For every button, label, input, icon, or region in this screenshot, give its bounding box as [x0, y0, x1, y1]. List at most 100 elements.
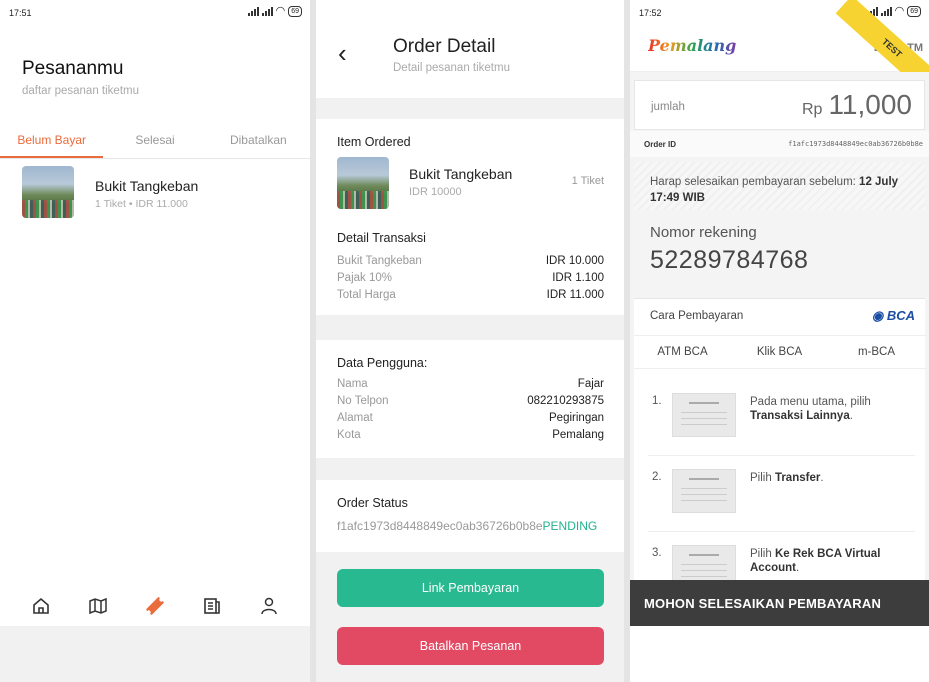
- signal-icon: [880, 7, 892, 16]
- row-key: Bukit Tangkeban: [337, 255, 422, 267]
- step-text-pre: Pilih: [750, 472, 775, 484]
- amount-value: Rp 11,000: [802, 89, 912, 121]
- divider: [648, 531, 915, 532]
- row-key: Kota: [337, 429, 361, 441]
- step-text-post: .: [796, 562, 800, 574]
- step-number: 3.: [652, 547, 662, 559]
- step-text: Pada menu utama, pilih Transaksi Lainnya…: [750, 395, 915, 423]
- status-badge: PENDING: [542, 519, 598, 533]
- signal-icon: [247, 7, 259, 16]
- tab-m-bca[interactable]: m-BCA: [828, 336, 925, 368]
- step-text-bold: Transaksi Lainnya: [750, 410, 850, 422]
- order-name: Bukit Tangkeban: [95, 178, 199, 194]
- row-value: Pemalang: [552, 429, 604, 441]
- instructions-title: Cara Pembayaran: [650, 310, 744, 322]
- tab-dibatalkan[interactable]: Dibatalkan: [207, 125, 310, 158]
- step-number: 1.: [652, 395, 662, 407]
- atm-screen-image: [672, 393, 736, 437]
- section-title: Item Ordered: [337, 135, 411, 149]
- step-text-pre: Pada menu utama, pilih: [750, 396, 871, 408]
- currency: Rp: [801, 101, 823, 118]
- row-value: IDR 1.100: [552, 272, 604, 284]
- row-key: Pajak 10%: [337, 272, 392, 284]
- step-text: Pilih Ke Rek BCA Virtual Account.: [750, 547, 915, 575]
- amount: 11,000: [828, 89, 912, 120]
- list-item[interactable]: Bukit Tangkeban 1 Tiket • IDR 11.000: [22, 166, 300, 220]
- news-icon[interactable]: [195, 589, 229, 623]
- payment-reminder-banner: MOHON SELESAIKAN PEMBAYARAN: [630, 580, 929, 626]
- page-title: Pesananmu: [22, 58, 124, 79]
- bank-name: BCA: [886, 308, 915, 323]
- system-nav-area: [630, 626, 929, 682]
- order-detail-screen: ‹ Order Detail Detail pesanan tiketmu It…: [316, 0, 624, 682]
- deadline-notice: Harap selesaikan pembayaran sebelum: 12 …: [634, 162, 925, 210]
- transaction-row: Pajak 10% IDR 1.100: [337, 272, 604, 284]
- order-tabs: Belum Bayar Selesai Dibatalkan: [0, 125, 310, 159]
- row-key: Alamat: [337, 412, 373, 424]
- atm-screen-image: [672, 469, 736, 513]
- profile-icon[interactable]: [252, 589, 286, 623]
- row-value: Fajar: [577, 378, 604, 390]
- step-text: Pilih Transfer.: [750, 471, 915, 485]
- section-title: Data Pengguna:: [337, 356, 428, 370]
- destination-thumbnail: [22, 166, 74, 218]
- step-text-post: .: [820, 472, 824, 484]
- ticket-icon[interactable]: [138, 589, 172, 623]
- item-price: IDR 10000: [409, 186, 462, 198]
- divider: [648, 455, 915, 456]
- order-meta: 1 Tiket • IDR 11.000: [95, 198, 188, 210]
- transaction-row: Total Harga IDR 11.000: [337, 289, 604, 301]
- order-id: f1afc1973d8448849ec0ab36726b0b8e: [337, 519, 543, 533]
- map-icon[interactable]: [81, 589, 115, 623]
- page-subtitle: daftar pesanan tiketmu: [22, 85, 139, 97]
- bca-logo: ◉ BCA: [871, 308, 915, 323]
- method-tabs: ATM BCA Klik BCA m-BCA: [634, 335, 925, 369]
- signal-icon: [261, 7, 273, 16]
- order-status-line: f1afc1973d8448849ec0ab36726b0b8ePENDING: [337, 519, 597, 533]
- payment-link-button[interactable]: Link Pembayaran: [337, 569, 604, 607]
- header: 17:52 ◠ 69 Pemalang BCA ATM TEST: [630, 0, 929, 101]
- transaction-card: Detail Transaksi Bukit Tangkeban IDR 10.0…: [316, 223, 624, 315]
- order-id-label: Order ID: [644, 140, 677, 149]
- cancel-order-button[interactable]: Batalkan Pesanan: [337, 627, 604, 665]
- section-title: Order Status: [337, 496, 408, 510]
- row-value: IDR 11.000: [546, 289, 604, 301]
- status-time: 17:52: [639, 8, 662, 18]
- row-value: IDR 10.000: [545, 255, 604, 267]
- user-row: No Telpon 082210293875: [337, 395, 604, 407]
- transaction-row: Bukit Tangkeban IDR 10.000: [337, 255, 604, 267]
- step-text-post: .: [849, 410, 853, 422]
- order-status-card: Order Status f1afc1973d8448849ec0ab36726…: [316, 480, 624, 552]
- amount-card: jumlah Rp 11,000: [634, 80, 925, 130]
- row-key: Nama: [337, 378, 368, 390]
- account-number-label: Nomor rekening: [650, 224, 757, 241]
- orders-screen: 17:51 ◠ 69 Pesananmu daftar pesanan tike…: [0, 0, 310, 682]
- tab-atm-bca[interactable]: ATM BCA: [634, 336, 731, 368]
- status-bar: 17:51 ◠ 69: [0, 0, 310, 22]
- item-ordered-card: Item Ordered Bukit Tangkeban IDR 10000 1…: [316, 119, 624, 223]
- row-value: 082210293875: [527, 395, 604, 407]
- step-text-pre: Pilih: [750, 548, 775, 560]
- item-qty: 1 Tiket: [571, 175, 604, 187]
- battery-icon: 69: [907, 6, 921, 17]
- page-subtitle: Detail pesanan tiketmu: [393, 62, 510, 74]
- deadline-prefix: Harap selesaikan pembayaran sebelum:: [650, 176, 860, 188]
- tab-klik-bca[interactable]: Klik BCA: [731, 336, 828, 368]
- destination-thumbnail: [337, 157, 389, 209]
- back-arrow-icon[interactable]: ‹: [338, 40, 347, 66]
- header: ‹ Order Detail Detail pesanan tiketmu: [316, 0, 624, 98]
- battery-icon: 69: [288, 6, 302, 17]
- row-value: Pegiringan: [549, 412, 604, 424]
- user-row: Nama Fajar: [337, 378, 604, 390]
- account-number[interactable]: 52289784768: [650, 246, 808, 275]
- tab-belum-bayar[interactable]: Belum Bayar: [0, 125, 104, 158]
- user-row: Alamat Pegiringan: [337, 412, 604, 424]
- wifi-icon: ◠: [275, 5, 286, 17]
- row-key: No Telpon: [337, 395, 389, 407]
- step-text-bold: Transfer: [774, 472, 821, 484]
- tab-selesai[interactable]: Selesai: [103, 125, 206, 158]
- home-icon[interactable]: [24, 589, 58, 623]
- user-row: Kota Pemalang: [337, 429, 604, 441]
- section-title: Detail Transaksi: [337, 231, 426, 245]
- bottom-nav: [0, 586, 310, 626]
